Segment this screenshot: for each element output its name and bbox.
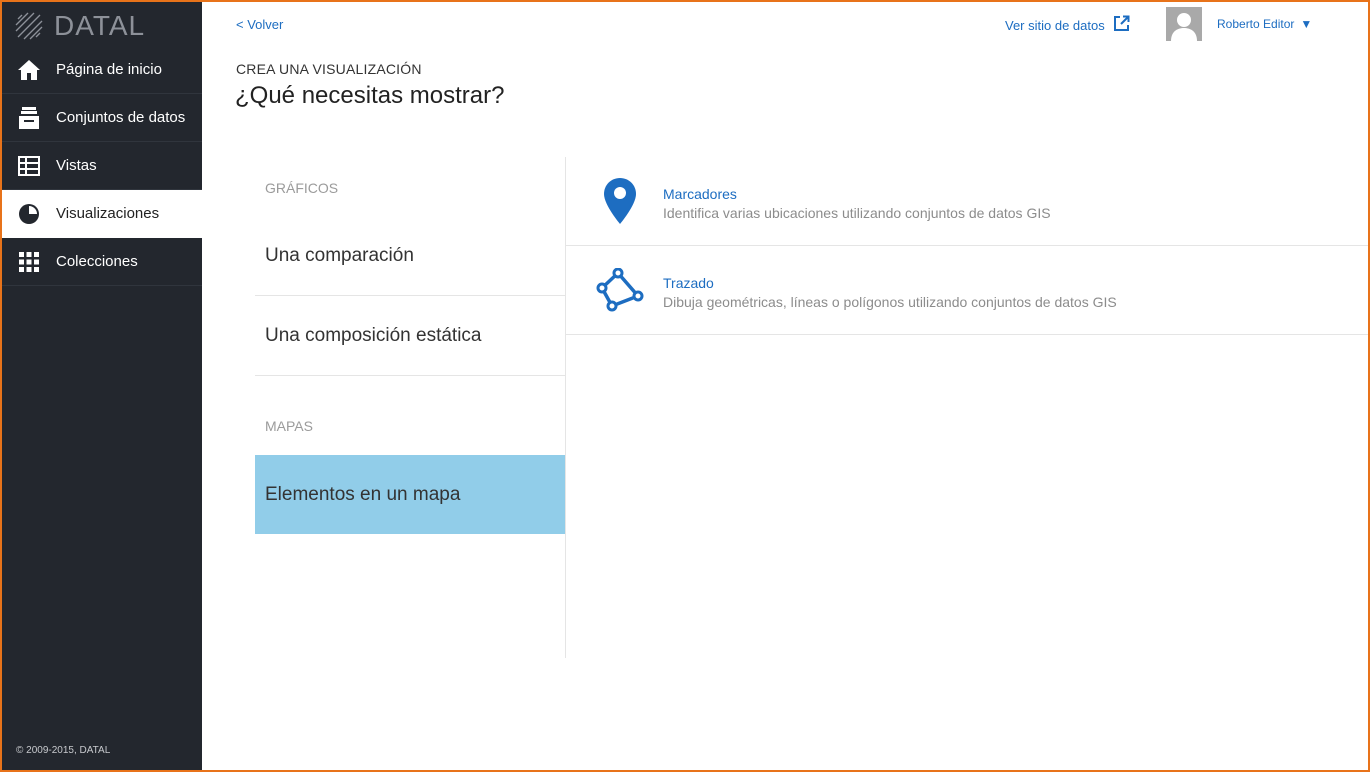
page-title: ¿Qué necesitas mostrar? xyxy=(235,82,505,109)
category-static-composition[interactable]: Una composición estática xyxy=(255,296,565,376)
category-list: GRÁFICOS Una comparación Una composición… xyxy=(255,157,565,534)
avatar[interactable] xyxy=(1166,7,1202,41)
back-link[interactable]: < Volver xyxy=(236,17,283,32)
view-data-site-link[interactable]: Ver sitio de datos xyxy=(1005,15,1130,35)
sidebar-item-label: Visualizaciones xyxy=(56,205,160,222)
category-map-elements[interactable]: Elementos en un mapa xyxy=(255,455,565,534)
inbox-icon xyxy=(17,106,41,130)
user-menu[interactable]: Roberto Editor ▼ xyxy=(1217,17,1312,31)
datal-logo-icon xyxy=(15,12,43,40)
window-frame xyxy=(0,0,1370,772)
sidebar-item-datasets[interactable]: Conjuntos de datos xyxy=(0,94,202,142)
table-icon xyxy=(17,154,41,178)
sidebar-item-collections[interactable]: Colecciones xyxy=(0,238,202,286)
option-plot[interactable]: Trazado Dibuja geométricas, líneas o pol… xyxy=(566,246,1368,335)
category-heading-maps: MAPAS xyxy=(265,418,313,434)
option-text: Marcadores Identifica varias ubicaciones… xyxy=(663,186,1051,221)
view-data-site-label: Ver sitio de datos xyxy=(1005,17,1105,33)
option-markers[interactable]: Marcadores Identifica varias ubicaciones… xyxy=(566,157,1368,246)
category-comparison[interactable]: Una comparación xyxy=(255,217,565,296)
sidebar-item-label: Conjuntos de datos xyxy=(56,109,186,126)
caret-down-icon: ▼ xyxy=(1300,17,1313,31)
copyright: © 2009-2015, DATAL xyxy=(16,745,111,756)
sidebar-item-label: Página de inicio xyxy=(56,61,162,78)
option-text: Trazado Dibuja geométricas, líneas o pol… xyxy=(663,275,1117,310)
sidebar-item-label: Colecciones xyxy=(56,253,138,270)
user-name: Roberto Editor xyxy=(1217,17,1295,31)
user-silhouette-icon xyxy=(1171,13,1197,41)
external-link-icon xyxy=(1113,15,1130,35)
option-title: Marcadores xyxy=(663,185,737,202)
category-heading-charts: GRÁFICOS xyxy=(265,180,339,196)
option-description: Dibuja geométricas, líneas o polígonos u… xyxy=(663,293,1117,310)
home-icon xyxy=(17,58,41,82)
grid-icon xyxy=(17,250,41,274)
option-title: Trazado xyxy=(663,274,714,291)
logo-text: DATAL xyxy=(54,10,146,41)
sidebar-item-views[interactable]: Vistas xyxy=(0,142,202,190)
page-kicker: CREA UNA VISUALIZACIÓN xyxy=(236,61,422,77)
option-description: Identifica varias ubicaciones utilizando… xyxy=(663,204,1051,221)
logo[interactable]: DATAL xyxy=(14,8,145,44)
sidebar-nav: Página de inicio Conjuntos de datos Vist… xyxy=(0,46,202,286)
sidebar-item-label: Vistas xyxy=(56,157,97,174)
sidebar-item-home[interactable]: Página de inicio xyxy=(0,46,202,94)
sidebar: DATAL Página de inicio Conjuntos de dato… xyxy=(0,0,202,772)
pie-chart-icon xyxy=(17,202,41,226)
sidebar-item-visualizations[interactable]: Visualizaciones xyxy=(0,190,202,238)
polygon-icon xyxy=(594,264,646,316)
option-list: Marcadores Identifica varias ubicaciones… xyxy=(566,157,1368,335)
map-pin-icon xyxy=(594,175,646,227)
